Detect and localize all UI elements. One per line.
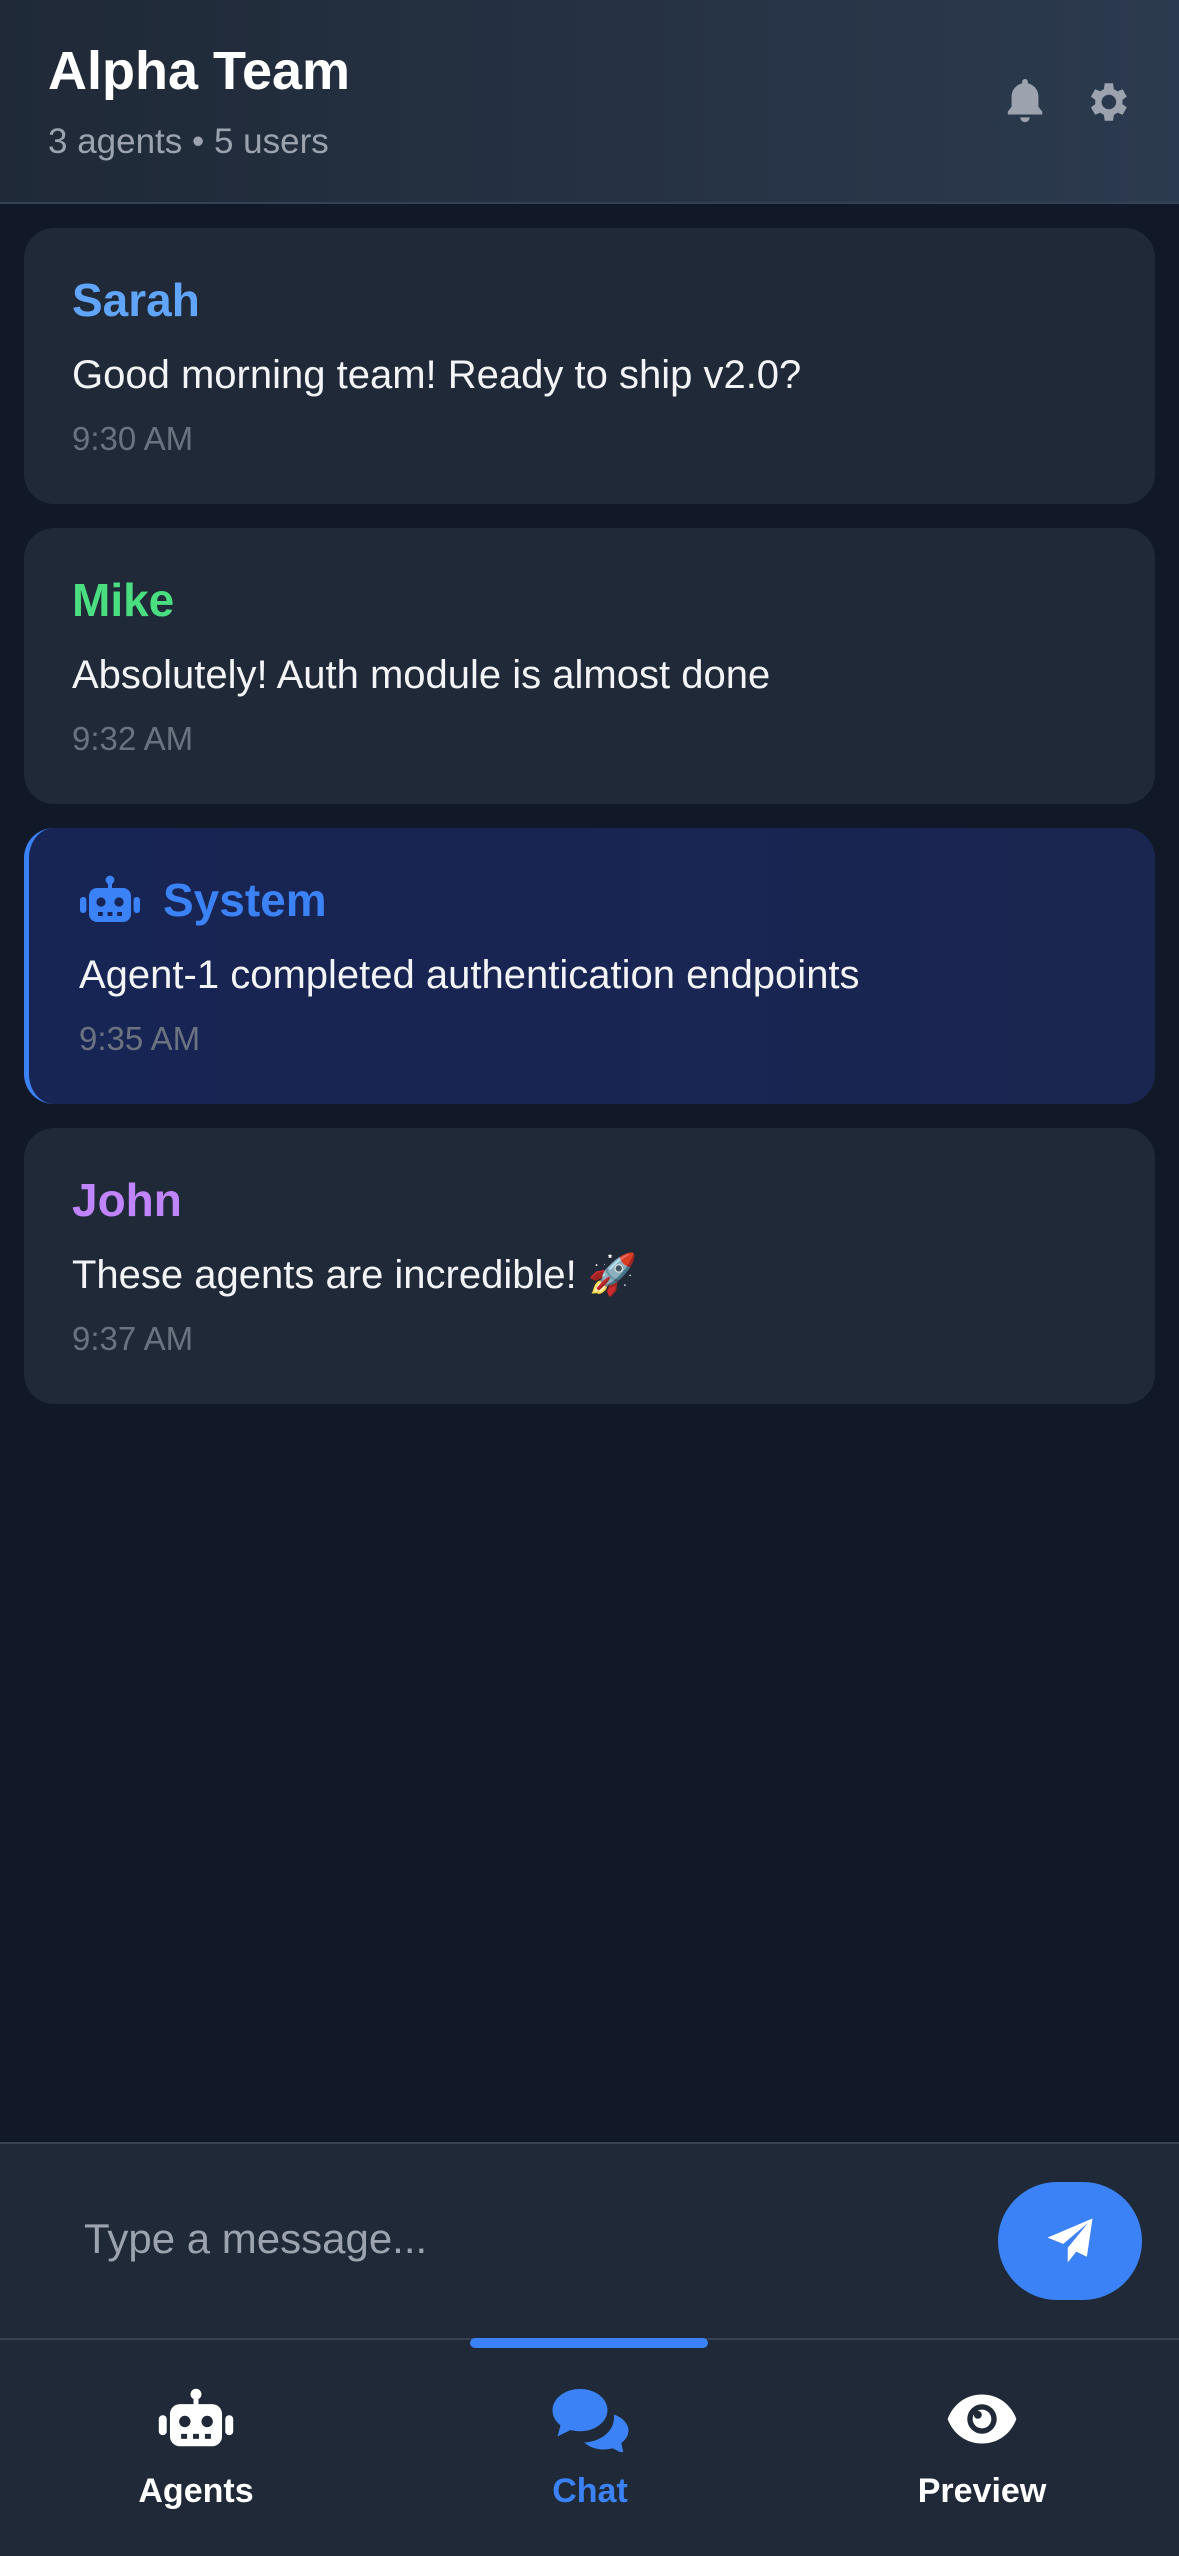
paper-plane-icon (1043, 2214, 1097, 2268)
message-sender-label: System (163, 874, 327, 926)
chat-bubbles-icon (550, 2384, 630, 2454)
message-sender: System (79, 872, 1107, 928)
send-button[interactable] (998, 2182, 1142, 2300)
chat-header: Alpha Team 3 agents • 5 users (0, 0, 1179, 204)
robot-icon (79, 875, 141, 925)
message-composer (0, 2142, 1179, 2338)
bottom-navigation: Agents Chat Preview (0, 2338, 1179, 2556)
message-input[interactable] (52, 2184, 952, 2294)
message-sender: Mike (72, 574, 175, 626)
nav-tab-chat[interactable]: Chat (440, 2384, 740, 2524)
bell-icon[interactable] (995, 72, 1055, 132)
message-card[interactable]: John These agents are incredible! 🚀 9:37… (24, 1128, 1155, 1404)
message-sender: John (72, 1174, 182, 1226)
message-card[interactable]: Sarah Good morning team! Ready to ship v… (24, 228, 1155, 504)
message-timestamp: 9:37 AM (72, 1320, 194, 1357)
team-member-count: 3 agents • 5 users (48, 122, 329, 161)
message-text: Agent-1 completed authentication endpoin… (79, 953, 860, 997)
robot-icon (156, 2384, 236, 2454)
message-timestamp: 9:32 AM (72, 720, 194, 757)
nav-tab-label: Preview (917, 2472, 1047, 2510)
page-title: Alpha Team (48, 41, 351, 101)
nav-tab-agents[interactable]: Agents (46, 2384, 346, 2524)
message-text: Absolutely! Auth module is almost done (72, 653, 771, 697)
gear-icon[interactable] (1077, 72, 1137, 132)
message-card[interactable]: Mike Absolutely! Auth module is almost d… (24, 528, 1155, 804)
message-timestamp: 9:30 AM (72, 420, 194, 457)
message-text: These agents are incredible! 🚀 (72, 1250, 1107, 1300)
nav-tab-label: Chat (552, 2472, 628, 2510)
eye-icon (945, 2384, 1019, 2454)
message-list[interactable]: Sarah Good morning team! Ready to ship v… (24, 228, 1155, 1428)
nav-tab-preview[interactable]: Preview (832, 2384, 1132, 2524)
system-message-card[interactable]: System Agent-1 completed authentication … (24, 828, 1155, 1104)
rocket-emoji: 🚀 (587, 1252, 638, 1298)
message-text-content: These agents are incredible! (72, 1253, 577, 1297)
message-timestamp: 9:35 AM (79, 1020, 201, 1057)
message-text: Good morning team! Ready to ship v2.0? (72, 353, 802, 397)
active-tab-indicator (470, 2338, 708, 2348)
nav-tab-label: Agents (138, 2472, 254, 2510)
message-sender: Sarah (72, 274, 200, 326)
